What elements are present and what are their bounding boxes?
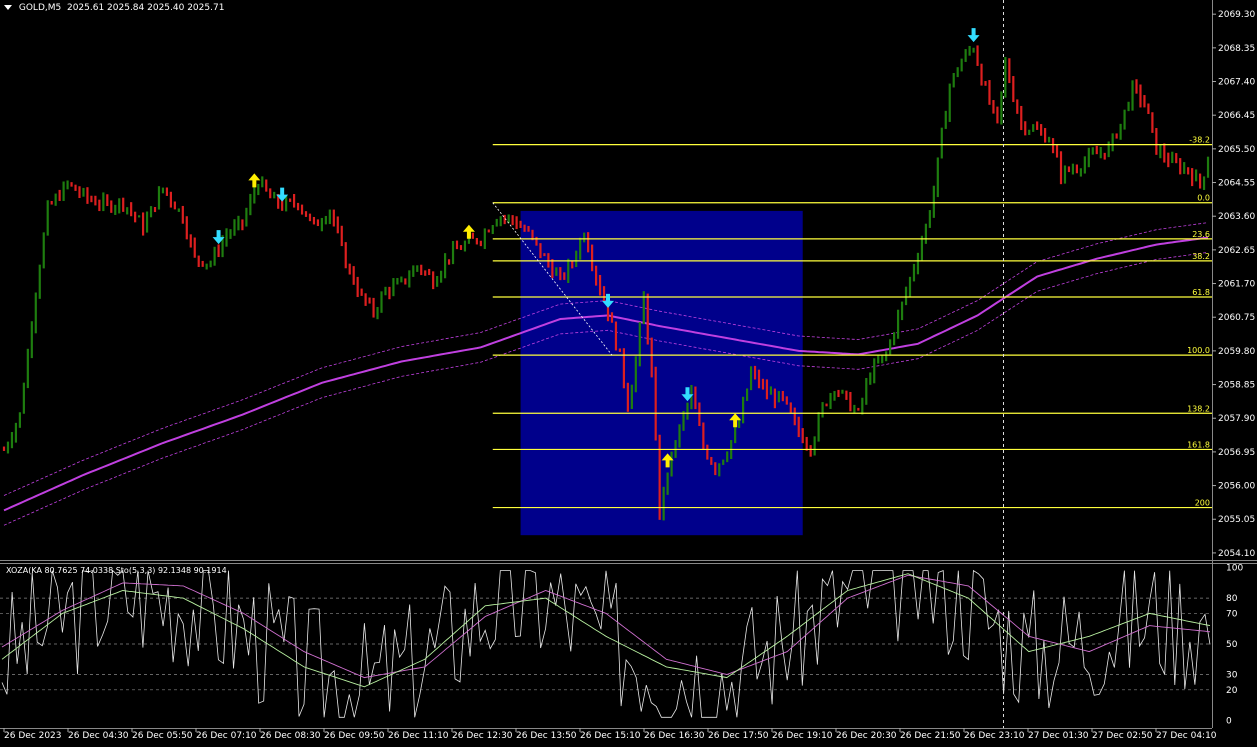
time-tick-label: 26 Dec 05:50 bbox=[132, 731, 193, 741]
price-tick-label: 2057.90 bbox=[1218, 414, 1255, 424]
price-tick-label: 2056.00 bbox=[1218, 482, 1255, 492]
price-tick-label: 2064.55 bbox=[1218, 179, 1255, 189]
price-tick-label: 2059.80 bbox=[1218, 347, 1255, 357]
price-tick-label: 2069.30 bbox=[1218, 10, 1255, 20]
oscillator-tick-label: 0 bbox=[1226, 716, 1232, 726]
oscillator-tick-label: 20 bbox=[1226, 686, 1238, 696]
fibonacci-level-label: 61.8 bbox=[1192, 288, 1210, 297]
time-tick-label: 26 Dec 17:50 bbox=[708, 731, 769, 741]
price-tick-label: 2061.70 bbox=[1218, 280, 1255, 290]
price-tick-label: 2066.45 bbox=[1218, 111, 1255, 121]
fibonacci-level-label: 138.2 bbox=[1187, 404, 1210, 413]
time-tick-label: 26 Dec 2023 bbox=[4, 731, 62, 741]
time-tick-label: 26 Dec 04:30 bbox=[68, 731, 129, 741]
symbol-header: GOLD,M5 2025.61 2025.84 2025.40 2025.71 bbox=[4, 3, 224, 13]
symbol-name: GOLD,M5 bbox=[18, 3, 62, 13]
oscillator-tick-label: 50 bbox=[1226, 640, 1238, 650]
time-tick-label: 26 Dec 20:30 bbox=[836, 731, 897, 741]
time-tick-label: 26 Dec 16:30 bbox=[644, 731, 705, 741]
oscillator-tick-label: 80 bbox=[1226, 594, 1238, 604]
price-tick-label: 2065.50 bbox=[1218, 145, 1255, 155]
time-tick-label: 26 Dec 09:50 bbox=[324, 731, 385, 741]
time-tick-label: 27 Dec 04:10 bbox=[1156, 731, 1217, 741]
time-tick-label: 26 Dec 08:30 bbox=[260, 731, 321, 741]
fibonacci-level-label: 100.0 bbox=[1187, 346, 1210, 355]
trading-chart-window[interactable]: -38.2 0.0 23.6 38.2 61.8 100.0 138.2 161.8 200 1… bbox=[0, 0, 1257, 743]
price-tick-label: 2062.65 bbox=[1218, 246, 1255, 256]
time-tick-label: 27 Dec 02:50 bbox=[1092, 731, 1153, 741]
fibonacci-zone-box[interactable] bbox=[520, 210, 803, 536]
fibonacci-level-label: 200 bbox=[1195, 499, 1210, 508]
fibonacci-level-label: 0.0 bbox=[1197, 194, 1210, 203]
fibonacci-level-label: 38.2 bbox=[1192, 252, 1210, 261]
time-tick-label: 26 Dec 15:10 bbox=[580, 731, 641, 741]
indicator-header: XOZA(KA 80.7625 74.0338 Sto(5,3,3) 92.13… bbox=[6, 566, 227, 575]
price-tick-label: 2060.75 bbox=[1218, 313, 1255, 323]
time-tick-label: 26 Dec 13:50 bbox=[516, 731, 577, 741]
time-tick-label: 27 Dec 01:30 bbox=[1028, 731, 1089, 741]
price-tick-label: 2067.40 bbox=[1218, 78, 1255, 88]
time-tick-label: 26 Dec 23:10 bbox=[964, 731, 1025, 741]
fibonacci-level-label: 23.6 bbox=[1192, 230, 1210, 239]
time-tick-label: 26 Dec 19:10 bbox=[772, 731, 833, 741]
price-tick-label: 2055.05 bbox=[1218, 515, 1255, 525]
price-tick-label: 2054.10 bbox=[1218, 549, 1255, 559]
price-tick-label: 2063.60 bbox=[1218, 212, 1255, 222]
chart-menu-triangle-icon[interactable] bbox=[4, 5, 12, 10]
sell-signal-arrow-down-icon bbox=[967, 28, 980, 43]
oscillator-tick-label: 70 bbox=[1226, 609, 1238, 619]
price-tick-label: 2056.95 bbox=[1218, 448, 1255, 458]
oscillator-tick-label: 30 bbox=[1226, 671, 1238, 681]
price-tick-label: 2068.35 bbox=[1218, 44, 1255, 54]
time-tick-label: 26 Dec 12:30 bbox=[452, 731, 513, 741]
fibonacci-level-label: 161.8 bbox=[1187, 440, 1210, 449]
time-tick-label: 26 Dec 11:10 bbox=[388, 731, 449, 741]
oscillator-tick-label: 100 bbox=[1226, 564, 1243, 574]
time-tick-label: 26 Dec 07:10 bbox=[196, 731, 257, 741]
price-tick-label: 2058.85 bbox=[1218, 381, 1255, 391]
fibonacci-level-label: -38.2 bbox=[1189, 136, 1210, 145]
chart-canvas[interactable]: -38.20.023.638.261.8100.0138.2161.8200 1… bbox=[0, 0, 1257, 743]
time-tick-label: 26 Dec 21:50 bbox=[900, 731, 961, 741]
stochastic-main-line bbox=[1, 573, 1211, 688]
ohlc-values: 2025.61 2025.84 2025.40 2025.71 bbox=[66, 3, 225, 13]
